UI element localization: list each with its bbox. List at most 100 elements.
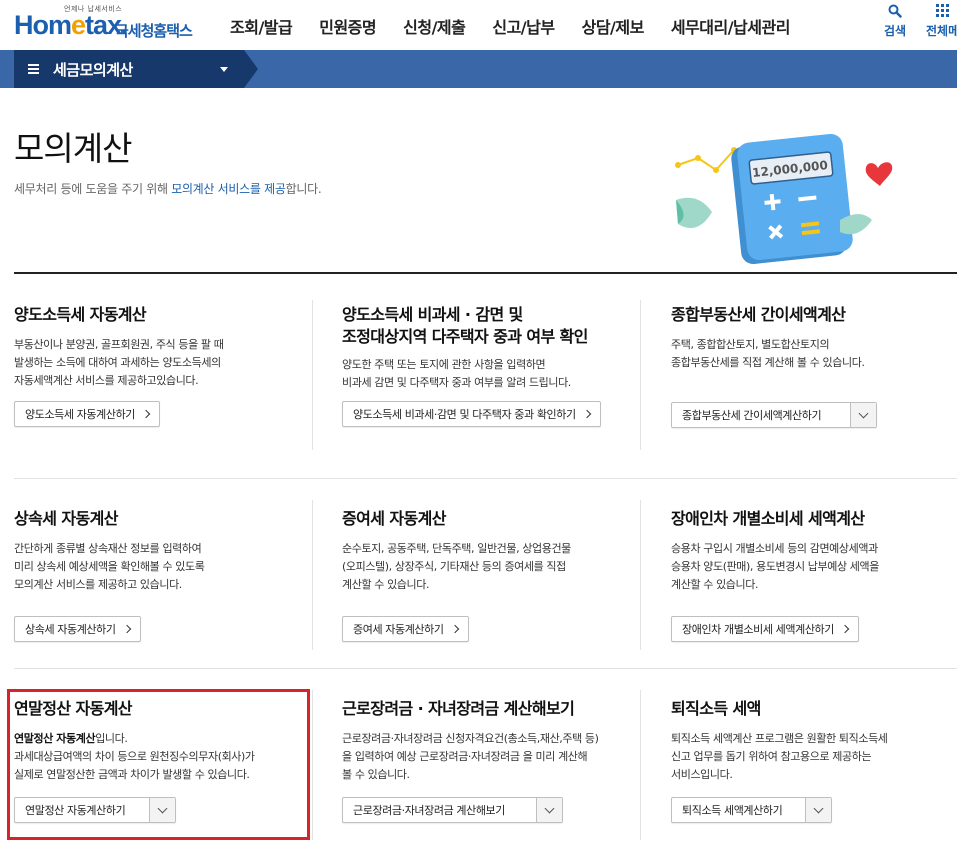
chevron-right-icon: [582, 409, 591, 419]
card-desc-line: 양도한 주택 또는 토지에 관한 사항을 입력하면: [342, 358, 546, 371]
nav-item-consult[interactable]: 상담/제보: [582, 14, 645, 38]
page-desc-prefix: 세무처리 등에 도움을 주기 위해: [14, 182, 172, 196]
inheritance-calc-button[interactable]: 상속세 자동계산하기: [14, 616, 141, 642]
select-label: 퇴직소득 세액계산하기: [682, 804, 783, 817]
card-capital-gains-tax: 양도소득세 자동계산 부동산이나 분양권, 골프회원권, 주식 등을 팔 때 발…: [14, 304, 314, 390]
card-title: 근로장려금 · 자녀장려금 계산해보기: [342, 699, 575, 718]
card-title: 양도소득세 자동계산: [14, 305, 147, 324]
chevron-right-icon: [122, 624, 131, 634]
card-desc-line: 신고 업무를 돕기 위하여 참고용으로 제공하는: [671, 750, 872, 763]
page-desc-suffix: 합니다.: [285, 182, 322, 196]
card-title-line: 양도소득세 비과세 · 감면 및: [342, 305, 523, 324]
card-desc-line: 퇴직소득 세액계산 프로그램은 원활한 퇴직소득세: [671, 732, 888, 745]
card-desc-line: 승용차 구입시 개별소비세 등의 감면예상세액과: [671, 542, 878, 555]
gift-tax-calc-button[interactable]: 증여세 자동계산하기: [342, 616, 469, 642]
category-menu-dropdown[interactable]: 세금모의계산: [14, 50, 258, 88]
card-retirement-income-tax: 퇴직소득 세액 퇴직소득 세액계산 프로그램은 원활한 퇴직소득세 신고 업무를…: [671, 698, 957, 784]
top-header: 언제나 납세서비스 Hometax. 국세청홈택스 조회/발급 민원증명 신청/…: [0, 0, 957, 50]
category-menu-title: 세금모의계산: [53, 60, 133, 79]
grid-divider: [14, 668, 957, 669]
card-disabled-vehicle-tax: 장애인차 개별소비세 세액계산 승용차 구입시 개별소비세 등의 감면예상세액과…: [671, 508, 957, 594]
grid-divider: [14, 478, 957, 479]
button-label: 양도소득세 비과세·감면 및 다주택자 중과 확인하기: [353, 408, 576, 421]
search-label: 검색: [884, 24, 907, 38]
card-desc-line: 을 입력하여 예상 근로장려금·자녀장려금 을 미리 계산해: [342, 750, 588, 763]
card-description: 양도한 주택 또는 토지에 관한 사항을 입력하면 비과세 감면 및 다주택자 …: [342, 356, 642, 392]
card-title: 증여세 자동계산: [342, 509, 446, 528]
caret-down-icon: [220, 67, 228, 72]
chevron-down-icon[interactable]: [850, 403, 876, 427]
button-label: 장애인차 개별소비세 세액계산하기: [682, 623, 834, 636]
card-description: 주택, 종합합산토지, 별도합산토지의 종합부동산세를 직접 계산해 볼 수 있…: [671, 336, 957, 372]
chevron-right-icon: [840, 624, 850, 634]
card-title: 종합부동산세 간이세액계산: [671, 305, 846, 324]
card-title: 양도소득세 비과세 · 감면 및 조정대상지역 다주택자 중과 여부 확인: [342, 304, 642, 348]
nav-item-filing[interactable]: 신고/납부: [492, 14, 555, 38]
calculator-illustration: 12,000,000: [668, 120, 908, 270]
card-desc-line: 종합부동산세를 직접 계산해 볼 수 있습니다.: [671, 356, 865, 369]
highlight-box: [7, 689, 310, 840]
select-label: 종합부동산세 간이세액계산하기: [682, 409, 822, 422]
card-desc-line: 계산할 수 있습니다.: [342, 578, 430, 591]
nav-item-tax-agent[interactable]: 세무대리/납세관리: [671, 14, 791, 38]
retirement-tax-calc-select[interactable]: 퇴직소득 세액계산하기: [671, 797, 832, 823]
page-desc-highlight: 모의계산 서비스를 제공: [171, 182, 286, 196]
logo-wordmark-e: e: [71, 10, 86, 40]
hamburger-icon: [28, 64, 39, 74]
card-description: 부동산이나 분양권, 골프회원권, 주식 등을 팔 때 발생하는 소득에 대하여…: [14, 336, 314, 390]
logo-wordmark: Hometax.: [14, 10, 129, 41]
page-title: 모의계산: [14, 129, 132, 168]
card-desc-line: 서비스입니다.: [671, 768, 733, 781]
card-desc-line: (오피스텔), 상장주식, 기타재산 등의 증여세를 직접: [342, 560, 566, 573]
card-desc-line: 자동세액계산 서비스를 제공하고있습니다.: [14, 374, 199, 387]
card-title-line: 조정대상지역 다주택자 중과 여부 확인: [342, 327, 588, 346]
logo-wordmark-a: Hom: [14, 10, 72, 40]
card-desc-line: 비과세 감면 및 다주택자 중과 여부를 알려 드립니다.: [342, 376, 571, 389]
search-button[interactable]: 검색: [884, 4, 906, 39]
card-inheritance-tax: 상속세 자동계산 간단하게 종류별 상속재산 정보를 입력하여 미리 상속세 예…: [14, 508, 314, 594]
earned-income-credit-select[interactable]: 근로장려금·자녀장려금 계산해보기: [342, 797, 563, 823]
button-label: 상속세 자동계산하기: [25, 623, 116, 636]
hometax-logo[interactable]: 언제나 납세서비스 Hometax. 국세청홈택스: [14, 4, 199, 44]
card-desc-line: 승용차 양도(판매), 용도변경시 납부예상 세액을: [671, 560, 879, 573]
card-desc-line: 간단하게 종류별 상속재산 정보를 입력하여: [14, 542, 202, 555]
card-description: 근로장려금·자녀장려금 신청자격요건(총소득,재산,주택 등) 을 입력하여 예…: [342, 730, 642, 784]
capital-gains-exemption-button[interactable]: 양도소득세 비과세·감면 및 다주택자 중과 확인하기: [342, 401, 601, 427]
all-menu-button[interactable]: 전체메: [926, 4, 957, 39]
page-description: 세무처리 등에 도움을 주기 위해 모의계산 서비스를 제공합니다.: [14, 180, 322, 197]
select-label: 근로장려금·자녀장려금 계산해보기: [353, 804, 505, 817]
global-nav: 조회/발급 민원증명 신청/제출 신고/납부 상담/제보 세무대리/납세관리: [230, 14, 817, 38]
menu-bar: 세금모의계산: [0, 50, 957, 88]
card-desc-line: 부동산이나 분양권, 골프회원권, 주식 등을 팔 때: [14, 338, 224, 351]
card-description: 순수토지, 공동주택, 단독주택, 일반건물, 상업용건물 (오피스텔), 상장…: [342, 540, 642, 594]
card-description: 승용차 구입시 개별소비세 등의 감면예상세액과 승용차 양도(판매), 용도변…: [671, 540, 957, 594]
nav-item-certificate[interactable]: 민원증명: [319, 14, 376, 38]
card-desc-line: 근로장려금·자녀장려금 신청자격요건(총소득,재산,주택 등): [342, 732, 599, 745]
card-desc-line: 미리 상속세 예상세액을 확인해볼 수 있도록: [14, 560, 205, 573]
grid-menu-icon: [926, 4, 957, 22]
chevron-right-icon: [450, 624, 459, 634]
chevron-down-icon[interactable]: [536, 798, 562, 822]
property-tax-calc-select[interactable]: 종합부동산세 간이세액계산하기: [671, 402, 877, 428]
chevron-down-icon[interactable]: [805, 798, 831, 822]
nav-item-application[interactable]: 신청/제출: [403, 14, 466, 38]
button-label: 양도소득세 자동계산하기: [25, 408, 136, 421]
capital-gains-calc-button[interactable]: 양도소득세 자동계산하기: [14, 401, 161, 427]
card-description: 퇴직소득 세액계산 프로그램은 원활한 퇴직소득세 신고 업무를 돕기 위하여 …: [671, 730, 957, 784]
card-desc-line: 발생하는 소득에 대하여 과세하는 양도소득세의: [14, 356, 221, 369]
card-gift-tax: 증여세 자동계산 순수토지, 공동주택, 단독주택, 일반건물, 상업용건물 (…: [342, 508, 642, 594]
card-title: 퇴직소득 세액: [671, 699, 761, 718]
card-description: 간단하게 종류별 상속재산 정보를 입력하여 미리 상속세 예상세액을 확인해볼…: [14, 540, 314, 594]
logo-korean-name: 국세청홈택스: [115, 22, 193, 40]
card-desc-line: 볼 수 있습니다.: [342, 768, 410, 781]
disabled-vehicle-calc-button[interactable]: 장애인차 개별소비세 세액계산하기: [671, 616, 859, 642]
search-icon: [884, 4, 906, 22]
section-divider: [14, 272, 957, 274]
card-desc-line: 주택, 종합합산토지, 별도합산토지의: [671, 338, 830, 351]
nav-item-inquiry[interactable]: 조회/발급: [230, 14, 293, 38]
card-title: 상속세 자동계산: [14, 509, 118, 528]
card-capital-gains-exemption: 양도소득세 비과세 · 감면 및 조정대상지역 다주택자 중과 여부 확인 양도…: [342, 304, 642, 392]
all-menu-label: 전체메: [926, 24, 957, 38]
chevron-right-icon: [141, 409, 151, 419]
card-earned-income-credit: 근로장려금 · 자녀장려금 계산해보기 근로장려금·자녀장려금 신청자격요건(총…: [342, 698, 642, 784]
